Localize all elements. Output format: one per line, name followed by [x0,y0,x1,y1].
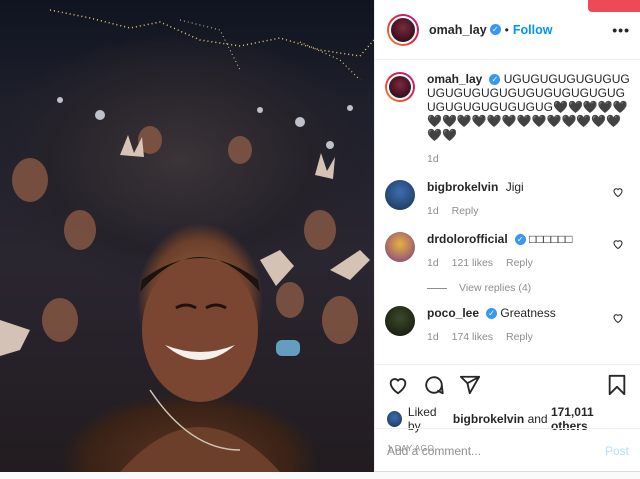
post-dialog: omah_lay ✓ • Follow ••• omah_lay ✓ UGUGUG… [0,0,640,472]
caption: omah_lay ✓ UGUGUGUGUGUGUGUGUGUGUGUGUGUGUG… [385,72,630,166]
action-icons [387,373,628,397]
comment-time: 1d [427,153,439,165]
verified-icon: ✓ [489,74,501,86]
verified-icon: ✓ [514,234,526,246]
comment-text: Jigi [505,180,524,194]
comment-item: drdolorofficial ✓ □□□□□□ 1d 121 likes Rep… [385,232,630,270]
liker-avatar[interactable] [387,411,402,427]
reply-button[interactable]: Reply [506,331,533,343]
heart-icon[interactable] [387,374,409,396]
author-avatar[interactable] [385,72,415,102]
comment-text: □□□□□□ [529,232,573,246]
reply-button[interactable]: Reply [452,205,479,217]
comment-item: bigbrokelvin Jigi 1d Reply [385,180,630,218]
reply-button[interactable]: Reply [506,257,533,269]
share-icon[interactable] [459,374,481,396]
comment-username[interactable]: drdolorofficial [427,232,508,246]
view-replies-label: View replies (4) [459,282,532,294]
commenter-avatar[interactable] [385,232,415,262]
close-button[interactable] [588,0,640,12]
post-comment-button[interactable]: Post [605,444,629,458]
more-icon[interactable]: ••• [612,22,630,38]
comment-icon[interactable] [423,374,445,396]
add-comment-bar: Add a comment... Post [375,428,640,472]
author-avatar[interactable] [387,13,419,46]
separator-dot: • [504,22,509,37]
comment-time: 1d [427,205,439,217]
heart-icon[interactable] [612,186,624,198]
post-sidebar: omah_lay ✓ • Follow ••• omah_lay ✓ UGUGUG… [374,0,640,472]
liked-by-and: and [527,412,548,426]
commenter-avatar[interactable] [385,180,415,210]
comments-list[interactable]: omah_lay ✓ UGUGUGUGUGUGUGUGUGUGUGUGUGUGUG… [375,60,640,364]
crowd-illustration [0,97,370,472]
bookmark-icon[interactable] [606,374,628,396]
comment-likes[interactable]: 121 likes [452,257,493,269]
author-username[interactable]: omah_lay [429,23,487,37]
comment-time: 1d [427,257,439,269]
post-photo[interactable] [0,0,374,472]
heart-icon[interactable] [612,312,624,324]
replies-line [427,287,447,289]
comment-text: Greatness [500,306,556,320]
comment-likes[interactable]: 174 likes [452,331,493,343]
view-replies-button[interactable]: View replies (4) [427,282,630,294]
comment-time: 1d [427,331,439,343]
verified-icon: ✓ [489,24,501,35]
follow-button[interactable]: Follow [513,23,553,37]
verified-icon: ✓ [486,308,498,320]
heart-icon[interactable] [612,238,624,250]
comment-input[interactable]: Add a comment... [387,444,605,458]
comment-username[interactable]: bigbrokelvin [427,180,498,194]
comment-username[interactable]: omah_lay [427,72,482,86]
commenter-avatar[interactable] [385,306,415,336]
comment-username[interactable]: poco_lee [427,306,479,320]
comment-item: poco_lee ✓ Greatness 1d 174 likes Reply [385,306,630,344]
liked-by-user[interactable]: bigbrokelvin [453,412,524,426]
